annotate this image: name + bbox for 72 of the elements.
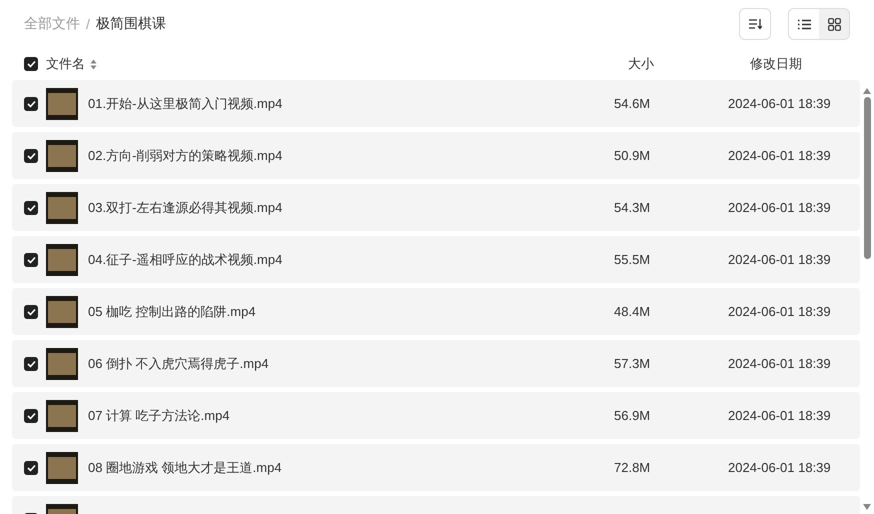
video-thumbnail-placeholder xyxy=(46,348,78,380)
scrollbar-thumb[interactable] xyxy=(864,97,870,259)
list-icon xyxy=(798,18,810,30)
file-size: 54.6M xyxy=(614,96,650,111)
modified-date: 2024-06-01 18:39 xyxy=(728,200,831,215)
scroll-down-icon[interactable] xyxy=(863,504,871,510)
column-header[interactable]: 修改日期 xyxy=(750,56,802,71)
sort-icon xyxy=(748,18,762,30)
row-checkbox[interactable] xyxy=(24,408,38,422)
modified-date: 2024-06-01 18:39 xyxy=(728,252,831,267)
video-thumbnail-placeholder xyxy=(46,400,78,432)
file-name: 08 圈地游戏 领地大才是王道.mp4 xyxy=(88,460,282,474)
video-thumbnail-placeholder xyxy=(46,140,78,172)
check-icon xyxy=(26,256,36,264)
file-row[interactable]: 01.开始-从这里极简入门视频.mp4 54.6M 2024-06-01 18:39 xyxy=(12,80,860,127)
file-row[interactable]: 05 枷吃 控制出路的陷阱.mp4 48.4M 2024-06-01 18:39 xyxy=(12,288,860,335)
breadcrumb-separator: / xyxy=(86,16,90,32)
sort-icon[interactable] xyxy=(90,58,97,70)
file-row[interactable]: 03.双打-左右逢源必得其视频.mp4 54.3M 2024-06-01 18:39 xyxy=(12,184,860,231)
file-size: 57.3M xyxy=(614,356,650,371)
video-thumbnail-placeholder xyxy=(46,244,78,276)
file-name: 05 枷吃 控制出路的陷阱.mp4 xyxy=(88,304,256,318)
file-name: 07 计算 吃子方法论.mp4 xyxy=(88,408,230,422)
select-all-checkbox[interactable] xyxy=(24,57,38,71)
scroll-up-icon[interactable] xyxy=(863,88,871,94)
file-name: 03.双打-左右逢源必得其视频.mp4 xyxy=(88,200,282,214)
file-name: 06 倒扑 不入虎穴焉得虎子.mp4 xyxy=(88,356,269,370)
column-header[interactable]: 文件名 xyxy=(46,55,85,73)
modified-date: 2024-06-01 18:39 xyxy=(728,356,831,371)
video-thumbnail-placeholder xyxy=(46,452,78,484)
sort-button[interactable] xyxy=(739,8,771,40)
column-header[interactable]: 大小 xyxy=(628,56,654,71)
file-row[interactable]: 08 圈地游戏 领地大才是王道.mp4 72.8M 2024-06-01 18:39 xyxy=(12,444,860,491)
file-size: 56.9M xyxy=(614,408,650,423)
breadcrumb-item: 极简围棋课 xyxy=(96,15,166,33)
row-checkbox[interactable] xyxy=(24,252,38,266)
file-row[interactable]: 04.征子-遥相呼应的战术视频.mp4 55.5M 2024-06-01 18:39 xyxy=(12,236,860,283)
modified-date: 2024-06-01 18:39 xyxy=(728,96,831,111)
file-name: 04.征子-遥相呼应的战术视频.mp4 xyxy=(88,252,282,266)
video-thumbnail-placeholder xyxy=(46,88,78,120)
check-icon xyxy=(26,412,36,420)
check-icon xyxy=(26,360,36,368)
file-size: 48.4M xyxy=(614,304,650,319)
row-checkbox[interactable] xyxy=(24,96,38,110)
check-icon xyxy=(26,204,36,212)
row-checkbox[interactable] xyxy=(24,460,38,474)
file-row[interactable]: 06 倒扑 不入虎穴焉得虎子.mp4 57.3M 2024-06-01 18:39 xyxy=(12,340,860,387)
video-thumbnail-placeholder xyxy=(46,192,78,224)
row-checkbox[interactable] xyxy=(24,356,38,370)
row-checkbox[interactable] xyxy=(24,148,38,162)
file-row[interactable]: 02.方向-削弱对方的策略视频.mp4 50.9M 2024-06-01 18:39 xyxy=(12,132,860,179)
grid-icon xyxy=(828,18,840,30)
modified-date: 2024-06-01 18:39 xyxy=(728,148,831,163)
file-size: 50.9M xyxy=(614,148,650,163)
modified-date: 2024-06-01 18:39 xyxy=(728,408,831,423)
video-thumbnail-placeholder xyxy=(46,296,78,328)
file-size: 55.5M xyxy=(614,252,650,267)
file-size: 72.8M xyxy=(614,460,650,475)
file-name: 01.开始-从这里极简入门视频.mp4 xyxy=(88,96,282,110)
check-icon xyxy=(26,308,36,316)
file-row[interactable]: 07 计算 吃子方法论.mp4 56.9M 2024-06-01 18:39 xyxy=(12,392,860,439)
file-name: 02.方向-削弱对方的策略视频.mp4 xyxy=(88,148,282,162)
modified-date: 2024-06-01 18:39 xyxy=(728,304,831,319)
modified-date: 2024-06-01 18:39 xyxy=(728,460,831,475)
check-icon xyxy=(26,60,36,68)
check-icon xyxy=(26,152,36,160)
file-size: 54.3M xyxy=(614,200,650,215)
row-checkbox[interactable] xyxy=(24,304,38,318)
list-view-button[interactable] xyxy=(789,9,819,39)
check-icon xyxy=(26,464,36,472)
row-checkbox[interactable] xyxy=(24,200,38,214)
check-icon xyxy=(26,100,36,108)
